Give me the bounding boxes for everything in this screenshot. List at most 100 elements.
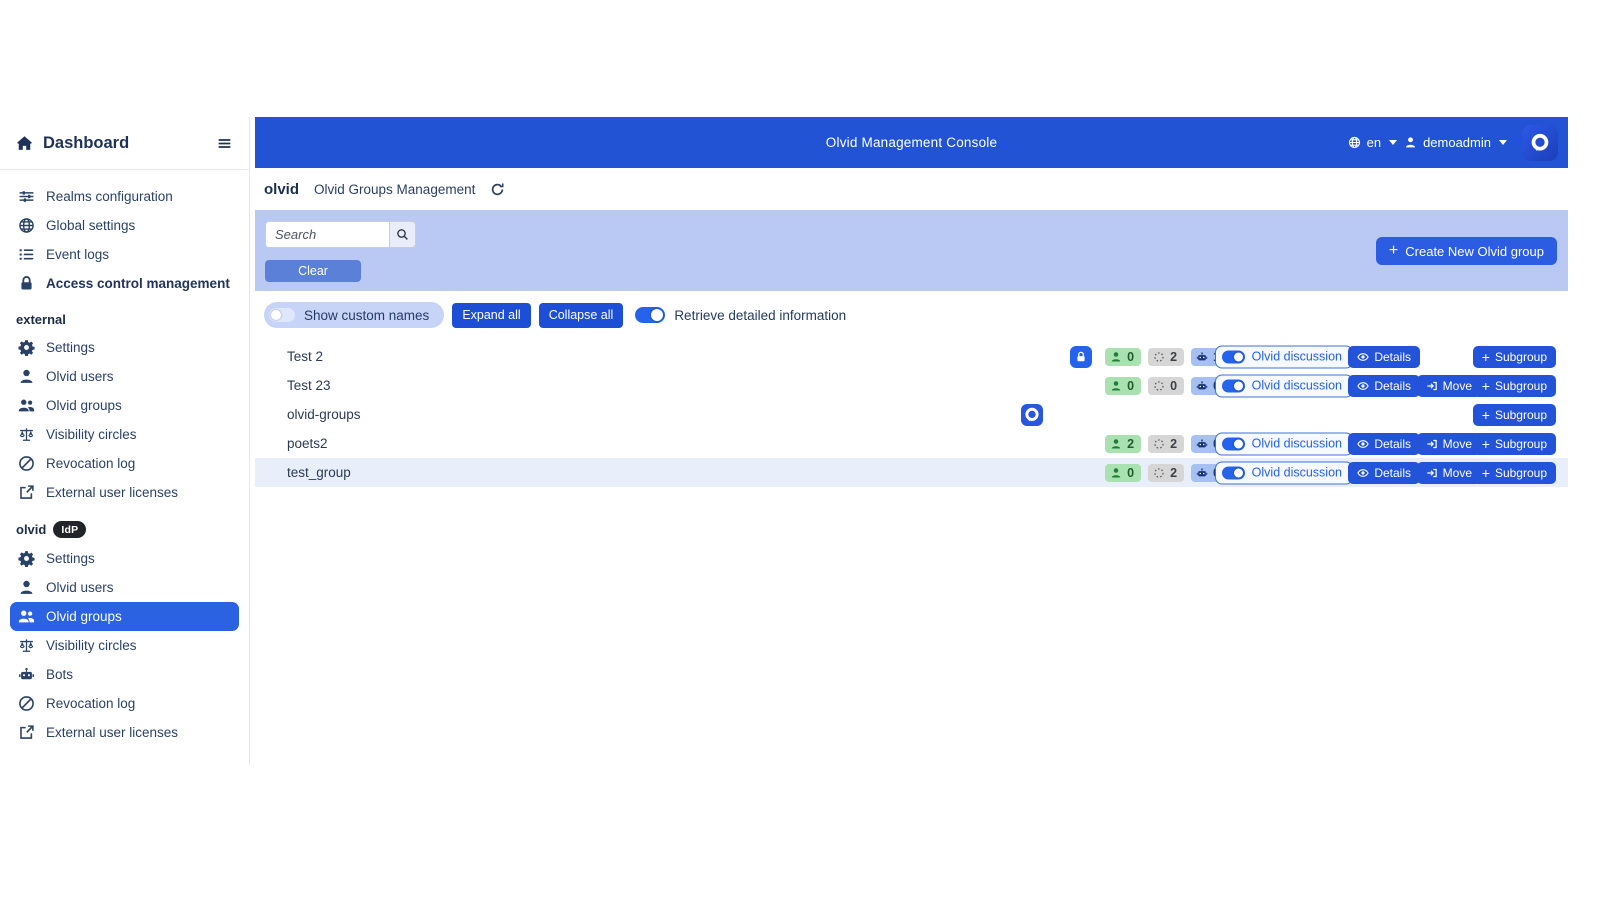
retrieve-detailed-toggle[interactable]: Retrieve detailed information: [635, 307, 846, 323]
sidebar-item-label: Olvid users: [46, 369, 114, 384]
plus-icon: +: [1389, 243, 1398, 259]
olvid-discussion-label: Olvid discussion: [1252, 466, 1342, 480]
robot-icon: [1196, 380, 1208, 392]
refresh-icon[interactable]: [490, 182, 505, 197]
sidebar-item-label: Global settings: [46, 218, 135, 233]
pending-count-badge: 2: [1148, 435, 1184, 453]
move-button[interactable]: Move: [1417, 375, 1481, 397]
toggle-on-icon[interactable]: [1222, 466, 1245, 479]
sidebar-item-external-olvid-groups[interactable]: Olvid groups: [10, 391, 239, 420]
group-count-badges: 000: [1105, 377, 1227, 395]
search-button[interactable]: [389, 221, 416, 248]
home-icon: [16, 135, 33, 152]
sidebar-item-realms-configuration[interactable]: Realms configuration: [10, 182, 239, 211]
groups-toolbar: Show custom names Expand all Collapse al…: [255, 291, 1568, 335]
sidebar-item-access-control-management[interactable]: Access control management: [10, 269, 239, 298]
globe-icon: [18, 217, 35, 234]
details-button[interactable]: Details: [1348, 433, 1420, 455]
olvid-discussion-toggle[interactable]: Olvid discussion: [1215, 461, 1353, 484]
olvid-logo-glyph: [1527, 130, 1553, 156]
sidebar-item-label: Olvid groups: [46, 398, 122, 413]
search-panel: Clear + Create New Olvid group: [255, 210, 1568, 291]
details-button[interactable]: Details: [1348, 462, 1420, 484]
search-icon: [396, 228, 409, 241]
sidebar-item-external-visibility-circles[interactable]: Visibility circles: [10, 420, 239, 449]
show-custom-names-toggle[interactable]: Show custom names: [264, 302, 444, 328]
language-dropdown[interactable]: en: [1348, 135, 1397, 150]
details-label: Details: [1374, 379, 1411, 393]
toggle-on-icon[interactable]: [635, 307, 665, 323]
member-count-badge: 0: [1105, 377, 1141, 395]
people-icon: [18, 608, 35, 625]
lock-icon: [18, 275, 35, 292]
badge-count: 2: [1170, 350, 1177, 364]
subgroup-button[interactable]: +Subgroup: [1473, 404, 1556, 426]
expand-all-button[interactable]: Expand all: [452, 303, 530, 328]
group-row: test_group020Olvid discussionDetailsMove…: [255, 458, 1568, 487]
olvid-discussion-toggle[interactable]: Olvid discussion: [1215, 374, 1353, 397]
username-label: demoadmin: [1423, 135, 1491, 150]
subgroup-button[interactable]: +Subgroup: [1473, 433, 1556, 455]
toggle-on-icon[interactable]: [1222, 350, 1245, 363]
olvid-discussion-toggle[interactable]: Olvid discussion: [1215, 432, 1353, 455]
sidebar-item-olvid-external-user-licenses[interactable]: External user licenses: [10, 718, 239, 747]
move-button[interactable]: Move: [1417, 462, 1481, 484]
sidebar-item-event-logs[interactable]: Event logs: [10, 240, 239, 269]
sidebar-item-global-settings[interactable]: Global settings: [10, 211, 239, 240]
clear-button[interactable]: Clear: [265, 260, 361, 282]
member-count-badge: 2: [1105, 435, 1141, 453]
create-group-button[interactable]: + Create New Olvid group: [1376, 237, 1557, 265]
badge-count: 2: [1127, 437, 1134, 451]
toggle-off-icon[interactable]: [269, 308, 295, 322]
olvid-discussion-label: Olvid discussion: [1252, 379, 1342, 393]
member-count-badge: 0: [1105, 348, 1141, 366]
plus-icon: +: [1482, 437, 1490, 451]
sidebar-header: Dashboard: [0, 117, 249, 170]
collapse-all-button[interactable]: Collapse all: [539, 303, 624, 328]
olvid-discussion-toggle[interactable]: Olvid discussion: [1215, 345, 1353, 368]
sidebar-item-olvid-visibility-circles[interactable]: Visibility circles: [10, 631, 239, 660]
group-row: olvid-groups+Subgroup: [255, 400, 1568, 429]
subgroup-button[interactable]: +Subgroup: [1473, 346, 1556, 368]
subgroup-button[interactable]: +Subgroup: [1473, 462, 1556, 484]
sidebar-item-external-revocation-log[interactable]: Revocation log: [10, 449, 239, 478]
sidebar-item-external-olvid-users[interactable]: Olvid users: [10, 362, 239, 391]
user-dropdown[interactable]: demoadmin: [1404, 135, 1507, 150]
toggle-on-icon[interactable]: [1222, 379, 1245, 392]
sidebar-item-label: Access control management: [46, 276, 230, 291]
slash-circle-icon: [18, 695, 35, 712]
hamburger-menu-icon[interactable]: [216, 135, 233, 152]
details-button[interactable]: Details: [1348, 375, 1420, 397]
move-button[interactable]: Move: [1417, 433, 1481, 455]
person-icon: [18, 368, 35, 385]
robot-icon: [18, 666, 35, 683]
sidebar-item-label: Realms configuration: [46, 189, 173, 204]
sidebar-item-olvid-revocation-log[interactable]: Revocation log: [10, 689, 239, 718]
toggle-on-icon[interactable]: [1222, 437, 1245, 450]
group-name: poets2: [287, 436, 328, 451]
olvid-discussion-label: Olvid discussion: [1252, 350, 1342, 364]
details-button[interactable]: Details: [1348, 346, 1420, 368]
sidebar-item-olvid-olvid-groups[interactable]: Olvid groups: [10, 602, 239, 631]
sidebar-item-olvid-bots[interactable]: Bots: [10, 660, 239, 689]
robot-icon: [1196, 351, 1208, 363]
sidebar-item-olvid-olvid-users[interactable]: Olvid users: [10, 573, 239, 602]
search-input[interactable]: [265, 221, 389, 248]
breadcrumb-realm[interactable]: olvid: [264, 181, 299, 198]
show-custom-names-label: Show custom names: [304, 308, 429, 323]
globe-icon: [1348, 136, 1361, 149]
group-name: Test 2: [287, 349, 323, 364]
sidebar-item-label: External user licenses: [46, 725, 178, 740]
sidebar-item-olvid-settings[interactable]: Settings: [10, 544, 239, 573]
subgroup-button[interactable]: +Subgroup: [1473, 375, 1556, 397]
language-label: en: [1367, 135, 1381, 150]
sidebar-item-external-settings[interactable]: Settings: [10, 333, 239, 362]
eye-icon: [1357, 351, 1369, 363]
sidebar-item-label: Bots: [46, 667, 73, 682]
lock-icon: [1075, 351, 1087, 363]
sidebar-item-label: External user licenses: [46, 485, 178, 500]
external-link-icon: [18, 484, 35, 501]
sidebar-item-external-external-user-licenses[interactable]: External user licenses: [10, 478, 239, 507]
sidebar-item-label: Settings: [46, 551, 95, 566]
sidebar-item-label: Settings: [46, 340, 95, 355]
